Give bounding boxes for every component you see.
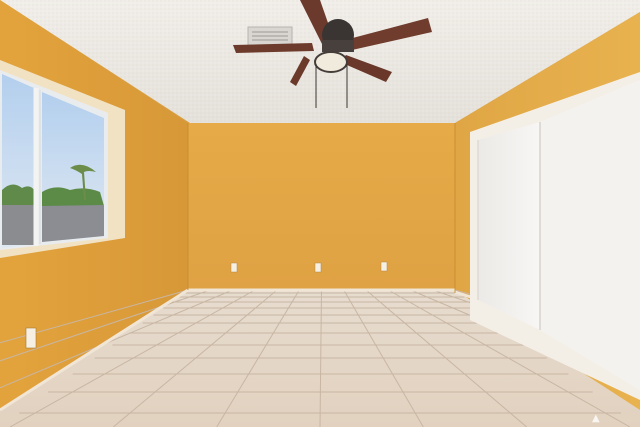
svg-text:▲: ▲	[592, 413, 600, 424]
closet-door-left	[478, 122, 540, 330]
back-wall	[188, 123, 455, 290]
ceiling-vent	[247, 26, 293, 46]
fan-light	[314, 51, 348, 73]
room-photo: ▲	[0, 0, 640, 427]
watermark-logo: ▲	[592, 413, 600, 424]
room-scene: ▲	[0, 0, 640, 427]
